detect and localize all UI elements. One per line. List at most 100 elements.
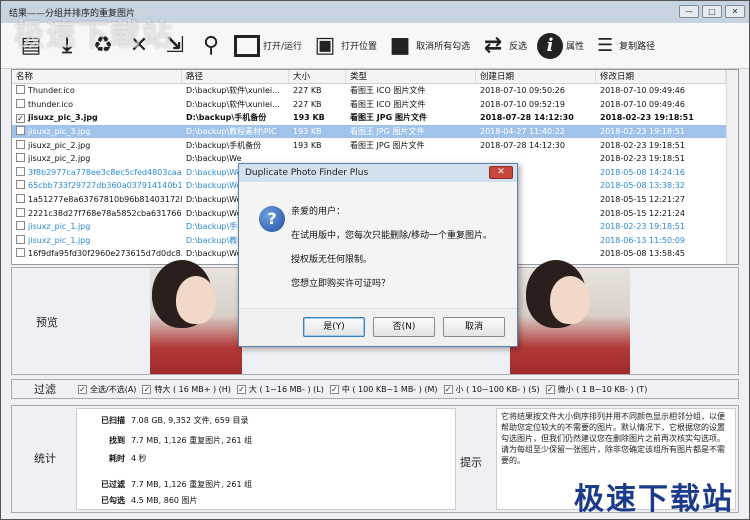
- filter-option[interactable]: ✓ 中 ( 100 KB~1 MB- ) (M): [329, 384, 438, 395]
- dialog-line-3: 授权版无任何限制。: [291, 255, 373, 265]
- row-size-cell-text: 227 KB: [293, 86, 322, 96]
- table-row[interactable]: thunder.ico D:\backup\软件\xunlei... 227 KB 看…: [12, 98, 738, 112]
- table-row[interactable]: jisuxz_pic_3.jpg D:\backup\教程素材\PIC 193 KB…: [12, 124, 738, 139]
- open-run-button[interactable]: 打开/运行: [231, 28, 305, 64]
- row-size-cell-text: 227 KB: [293, 99, 322, 109]
- filter-label: 过滤: [34, 383, 56, 396]
- row-name-cell-text: 16f9dfa95fd30f2960e273615d7d0dc8...: [28, 249, 182, 259]
- filter-checkbox[interactable]: ✓: [545, 384, 555, 394]
- filter-checkbox[interactable]: ✓: [142, 384, 152, 394]
- row-size-cell: 193 KB: [289, 125, 346, 138]
- filter-option[interactable]: ✓ 全选/不选(A): [78, 384, 136, 395]
- properties-button[interactable]: i 属性: [534, 28, 587, 64]
- hint-label: 提示: [460, 456, 482, 469]
- search-button[interactable]: ⚲: [195, 28, 227, 64]
- row-checkbox[interactable]: [16, 153, 25, 163]
- open-location-label: 打开位置: [341, 42, 378, 52]
- table-row[interactable]: ✓ jisuxz_pic_3.jpg D:\backup\手机备份 193 KB 看图王…: [12, 111, 738, 125]
- row-size-cell: 193 KB: [289, 139, 346, 152]
- row-name-cell: jisuxz_pic_2.jpg: [12, 139, 182, 152]
- row-checkbox[interactable]: [16, 98, 25, 108]
- row-path-cell-text: D:\backup\教程: [186, 235, 246, 245]
- swap-arrows-icon: ⇄: [483, 32, 503, 58]
- dialog-close-button[interactable]: ✕: [489, 166, 513, 179]
- row-path-cell-text: D:\backup\We: [186, 208, 242, 218]
- column-header-created[interactable]: 创建日期: [476, 70, 596, 83]
- row-checkbox[interactable]: [16, 85, 25, 95]
- filter-option[interactable]: ✓ 小 ( 10~100 KB- ) (S): [443, 384, 540, 395]
- filter-option[interactable]: ✓ 微小 ( 1 B~10 KB- ) (T): [545, 384, 647, 395]
- filter-option[interactable]: ✓ 特大 ( 16 MB+ ) (H): [142, 384, 231, 395]
- folder-icon: ▣: [314, 32, 336, 58]
- found-value: 7.7 MB, 1,126 重复图片, 261 组: [131, 436, 253, 445]
- found-key: 找到: [109, 436, 125, 445]
- cancel-button[interactable]: 取消: [443, 317, 505, 337]
- filter-option-label: 小 ( 10~100 KB- ) (S): [455, 384, 540, 394]
- copy-path-button[interactable]: ☰ 复制路径: [591, 28, 658, 64]
- filter-checkbox[interactable]: ✓: [78, 384, 87, 394]
- row-type-cell: 看图王 JPG 图片文件: [346, 125, 476, 138]
- column-header-path[interactable]: 路径: [182, 70, 289, 83]
- filter-checkbox[interactable]: ✓: [236, 384, 246, 394]
- filter-checkbox[interactable]: ✓: [443, 384, 453, 394]
- row-size-cell: 227 KB: [289, 98, 346, 111]
- close-button[interactable]: ✕: [725, 5, 745, 18]
- properties-label: 属性: [566, 42, 585, 52]
- column-header-size[interactable]: 大小: [289, 70, 346, 83]
- row-checkbox[interactable]: [16, 126, 25, 136]
- preview-label: 预览: [36, 316, 58, 329]
- filter-option-label: 中 ( 100 KB~1 MB- ) (M): [341, 384, 438, 394]
- open-location-button[interactable]: ▣ 打开位置: [309, 28, 380, 64]
- row-name-cell-text: Thunder.ico: [28, 86, 75, 96]
- row-checkbox[interactable]: [16, 207, 25, 217]
- row-checkbox[interactable]: [16, 194, 25, 204]
- row-checkbox[interactable]: [16, 221, 25, 231]
- row-type-cell-text: 看图王 JPG 图片文件: [350, 127, 425, 137]
- row-modified-cell: 2018-07-10 09:49:46: [596, 84, 726, 97]
- filter-checkbox[interactable]: ✓: [329, 384, 339, 394]
- row-name-cell-text: jisuxz_pic_2.jpg: [28, 154, 91, 164]
- row-checkbox[interactable]: [16, 180, 25, 190]
- purchase-dialog: Duplicate Photo Finder Plus ✕ ? 亲爱的用户： 在…: [238, 163, 518, 347]
- yes-button[interactable]: 是(Y): [303, 317, 365, 337]
- row-modified-cell: 2018-06-13 11:50:09: [596, 234, 726, 247]
- row-checkbox[interactable]: [16, 139, 25, 149]
- row-name-cell: jisuxz_pic_3.jpg: [12, 125, 182, 138]
- row-modified-cell-text: 2018-05-15 12:21:27: [600, 195, 685, 205]
- copy-path-label: 复制路径: [619, 42, 656, 52]
- minimize-button[interactable]: —: [679, 5, 699, 18]
- column-header-type[interactable]: 类型: [346, 70, 476, 83]
- invert-label: 反选: [509, 42, 528, 52]
- uncheck-all-label: 取消所有勾选: [416, 42, 471, 52]
- row-type-cell: 看图王 JPG 图片文件: [346, 139, 476, 152]
- scanned-value: 7.08 GB, 9,352 文件, 659 目录: [131, 416, 249, 425]
- uncheck-all-button[interactable]: ■ 取消所有勾选: [384, 28, 473, 64]
- row-name-cell: Thunder.ico: [12, 84, 182, 97]
- row-name-cell-text: 65cbb733f29727db360a037914140b1f...: [28, 181, 182, 191]
- no-button[interactable]: 否(N): [373, 317, 435, 337]
- table-row[interactable]: Thunder.ico D:\backup\软件\xunlei... 227 KB 看…: [12, 84, 738, 98]
- filter-option[interactable]: ✓ 大 ( 1~16 MB- ) (L): [236, 384, 324, 395]
- list-scrollbar[interactable]: [726, 70, 738, 264]
- dialog-line-4: 您想立即购买许可证吗？: [291, 279, 391, 289]
- row-path-cell-text: D:\backup\手机备份: [186, 140, 262, 150]
- row-name-cell-text: thunder.ico: [28, 99, 73, 109]
- row-path-cell-text: D:\backup\手机: [186, 222, 246, 232]
- row-modified-cell: 2018-05-08 13:58:45: [596, 247, 726, 260]
- row-checkbox[interactable]: [16, 234, 25, 244]
- row-name-cell: 16f9dfa95fd30f2960e273615d7d0dc8...: [12, 247, 182, 260]
- row-path-cell-text: D:\backup\软件\xunlei...: [186, 99, 280, 109]
- column-header-modified[interactable]: 修改日期: [596, 70, 726, 83]
- row-path-cell-text: D:\backup\We: [186, 195, 242, 205]
- row-checkbox[interactable]: [16, 248, 25, 258]
- column-header-name[interactable]: 名称: [12, 70, 182, 83]
- row-created-cell: 2018-07-10 09:52:19: [476, 98, 596, 111]
- row-created-cell-text: 2018-07-28 14:12:30: [480, 140, 565, 150]
- maximize-button[interactable]: □: [702, 5, 722, 18]
- table-row[interactable]: jisuxz_pic_2.jpg D:\backup\手机备份 193 KB 看图王 …: [12, 138, 738, 152]
- row-checkbox[interactable]: ✓: [16, 114, 25, 124]
- row-checkbox[interactable]: [16, 166, 25, 176]
- row-modified-cell-text: 2018-02-23 19:18:51: [600, 113, 694, 123]
- invert-button[interactable]: ⇄ 反选: [477, 28, 530, 64]
- row-created-cell: 2018-07-10 09:50:26: [476, 84, 596, 97]
